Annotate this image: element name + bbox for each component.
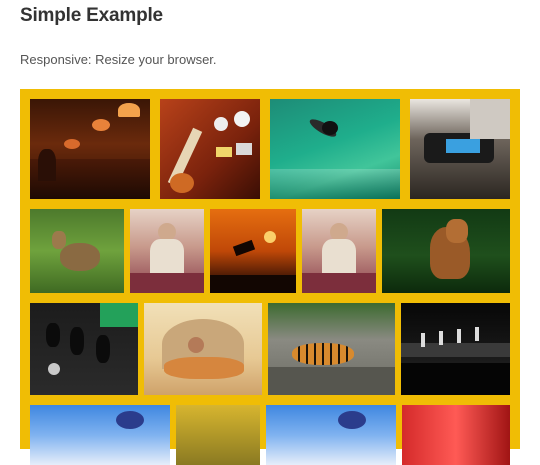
gallery-photo-guitar-wall[interactable] [160,99,260,199]
page-title: Simple Example [20,5,163,26]
gallery-photo-bmx-rider-2[interactable] [266,405,396,465]
gallery-photo-bmx-rider-1[interactable] [30,405,170,465]
gallery-photo-deer[interactable] [30,209,124,293]
gallery-photo-soccer-sunset[interactable] [210,209,296,293]
gallery-photo-red-abstract[interactable] [402,405,510,465]
gallery-photo-tiger[interactable] [268,303,395,395]
gallery-photo-yellow-flowers[interactable] [176,405,260,465]
gallery-photo-sony-device[interactable] [410,99,510,199]
gallery-photo-seated-portrait-2[interactable] [302,209,376,293]
gallery-photo-seated-portrait-1[interactable] [130,209,204,293]
gallery-photo-circuit-board[interactable] [30,303,138,395]
page-subtitle: Responsive: Resize your browser. [20,52,217,67]
gallery-photo-horse[interactable] [382,209,510,293]
gallery-photo-runway[interactable] [401,303,510,395]
gallery-photo-reclining-painting[interactable] [144,303,262,395]
gallery-photo-surfer[interactable] [270,99,400,199]
gallery-photo-restaurant[interactable] [30,99,150,199]
photo-gallery [20,89,520,465]
